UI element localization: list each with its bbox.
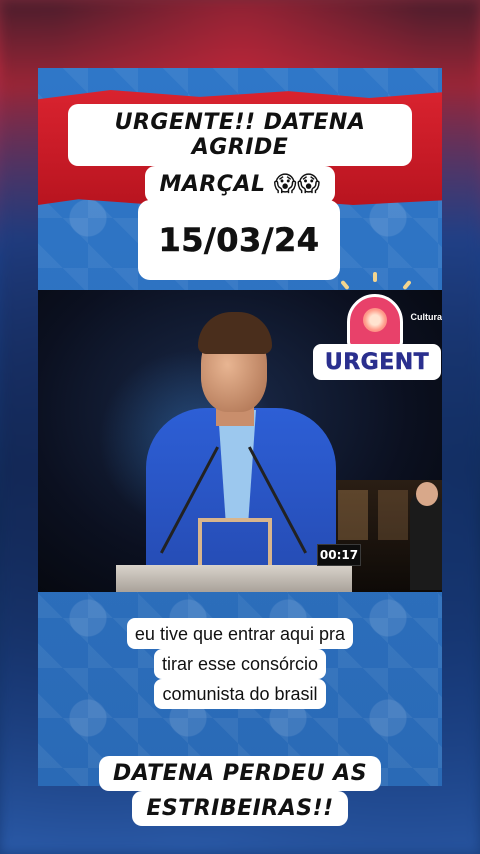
caption-line3: comunista do brasil	[154, 679, 326, 709]
bottom-headline: DATENA PERDEU AS ESTRIBEIRAS!!	[0, 756, 480, 826]
speaker-hair	[198, 312, 272, 354]
caption-line1: eu tive que entrar aqui pra	[126, 618, 354, 649]
podium-frame	[198, 518, 272, 570]
story-card: URGENTE!! DATENA AGRIDE MARÇAL 😱😱 15/03/…	[38, 68, 442, 786]
siren-ray	[373, 272, 377, 282]
siren-ray	[340, 279, 350, 291]
urgent-sticker: URGENT	[313, 272, 441, 390]
headline: URGENTE!! DATENA AGRIDE MARÇAL 😱😱	[68, 104, 412, 203]
bottom-line2: ESTRIBEIRAS!!	[132, 791, 348, 826]
headline-line2-pill: MARÇAL 😱😱	[145, 166, 335, 203]
sign-interpreter	[410, 482, 442, 590]
video-timer: 00:17	[317, 544, 361, 566]
headline-line2: MARÇAL	[159, 172, 266, 197]
siren-ray	[402, 279, 412, 291]
date-label: 15/03/24	[138, 200, 340, 280]
urgent-label: URGENT	[313, 344, 441, 380]
podium	[116, 565, 352, 592]
subtitle-caption: eu tive que entrar aqui pra tirar esse c…	[102, 618, 378, 709]
siren-light	[363, 308, 387, 332]
bottom-line1: DATENA PERDEU AS	[98, 756, 382, 791]
caption-line2: tirar esse consórcio	[153, 649, 327, 679]
scream-emoji: 😱😱	[273, 172, 321, 197]
headline-line1: URGENTE!! DATENA AGRIDE	[68, 104, 412, 166]
